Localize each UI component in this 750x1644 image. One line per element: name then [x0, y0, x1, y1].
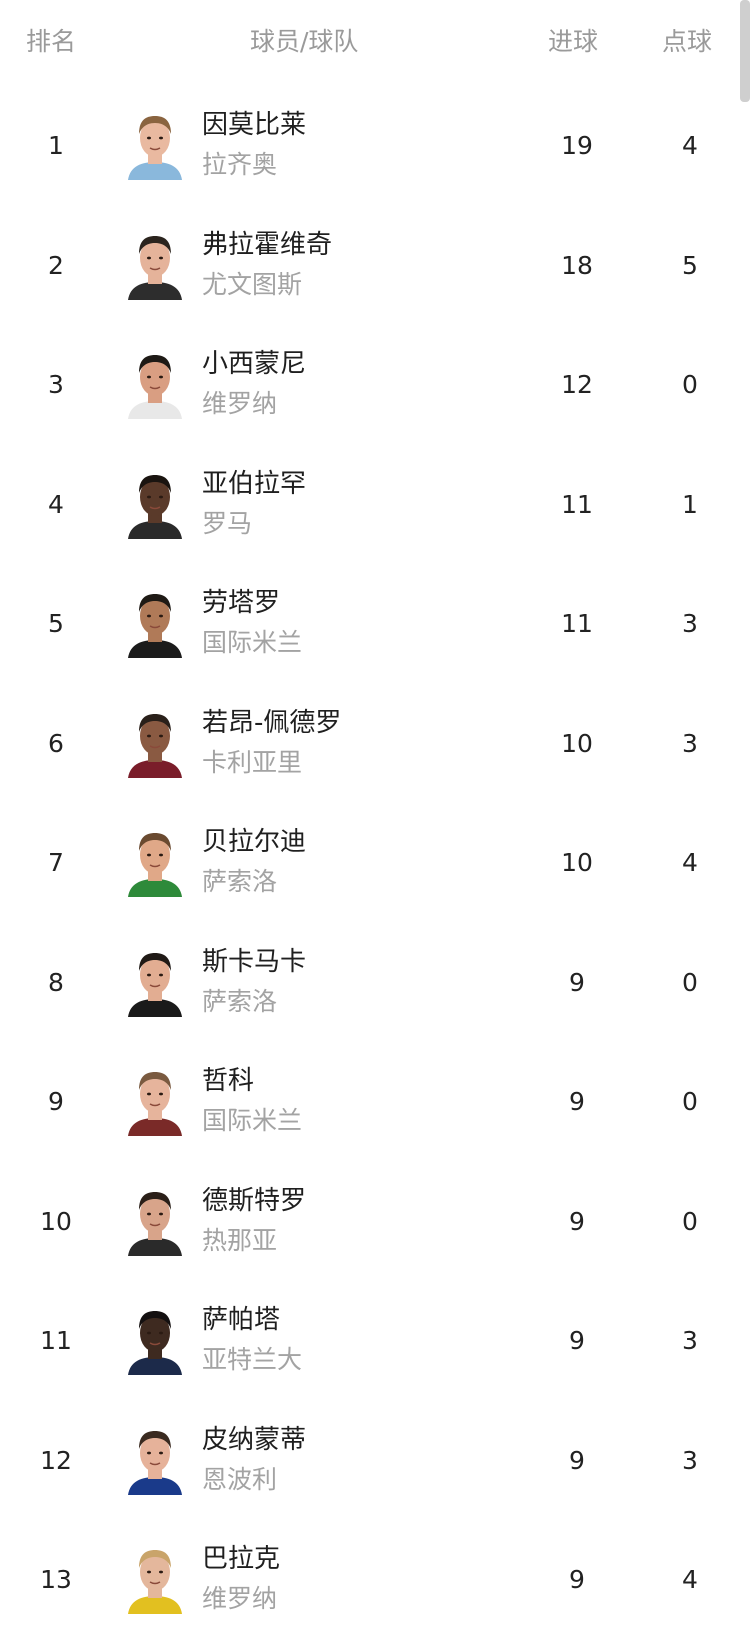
- team-name[interactable]: 维罗纳: [202, 385, 277, 423]
- rank-number: 9: [48, 1087, 64, 1116]
- player-avatar[interactable]: [124, 1305, 186, 1375]
- table-row[interactable]: 12 皮纳蒙蒂 恩波利 9 3: [0, 1405, 750, 1525]
- player-name[interactable]: 斯卡马卡: [202, 943, 306, 981]
- rank-number: 11: [40, 1326, 72, 1355]
- penalties-count: 3: [682, 609, 698, 638]
- team-name[interactable]: 维罗纳: [202, 1580, 277, 1618]
- rank-number: 5: [48, 609, 64, 638]
- rank-column-header[interactable]: 排名: [26, 22, 76, 62]
- rank-number: 6: [48, 728, 64, 758]
- goals-count: 9: [569, 967, 585, 997]
- player-name[interactable]: 劳塔罗: [202, 584, 280, 622]
- player-avatar[interactable]: [124, 946, 186, 1017]
- team-name[interactable]: 萨索洛: [202, 983, 277, 1021]
- player-name[interactable]: 亚伯拉罕: [202, 465, 306, 503]
- rank-number: 7: [48, 848, 64, 877]
- rank-number: 8: [48, 967, 64, 997]
- team-name[interactable]: 罗马: [202, 505, 252, 543]
- goals-count: 19: [561, 131, 593, 160]
- team-name[interactable]: 国际米兰: [202, 1102, 302, 1140]
- scrollbar-thumb[interactable]: [740, 0, 750, 102]
- player-name[interactable]: 德斯特罗: [202, 1182, 306, 1220]
- player-name[interactable]: 弗拉霍维奇: [202, 226, 332, 264]
- penalties-count: 0: [682, 370, 698, 399]
- table-header: 排名 球员/球队 进球 点球: [0, 0, 750, 84]
- player-team-column-header[interactable]: 球员/球队: [250, 22, 358, 62]
- goals-count: 9: [569, 1565, 585, 1594]
- table-row[interactable]: 13 巴拉克 维罗纳 9 4: [0, 1524, 750, 1644]
- table-row[interactable]: 8 斯卡马卡 萨索洛 9 0: [0, 927, 750, 1047]
- penalties-column-header[interactable]: 点球: [662, 22, 712, 62]
- team-name[interactable]: 卡利亚里: [202, 744, 302, 782]
- player-name[interactable]: 皮纳蒙蒂: [202, 1421, 306, 1459]
- goals-count: 9: [569, 1445, 585, 1475]
- player-name[interactable]: 小西蒙尼: [202, 345, 306, 383]
- penalties-count: 5: [682, 250, 698, 280]
- table-row[interactable]: 1 因莫比莱 拉齐奥 19 4: [0, 90, 750, 210]
- goals-count: 10: [561, 728, 593, 758]
- goals-count: 10: [561, 848, 593, 877]
- goals-count: 12: [561, 370, 593, 399]
- table-row[interactable]: 4 亚伯拉罕 罗马 11 1: [0, 449, 750, 569]
- table-row[interactable]: 6 若昂-佩德罗 卡利亚里 10 3: [0, 688, 750, 808]
- team-name[interactable]: 恩波利: [202, 1461, 277, 1499]
- penalties-count: 0: [682, 1206, 698, 1236]
- player-avatar[interactable]: [124, 707, 186, 778]
- player-avatar[interactable]: [124, 1066, 186, 1136]
- penalties-count: 0: [682, 967, 698, 997]
- table-row[interactable]: 5 劳塔罗 国际米兰 11 3: [0, 568, 750, 688]
- goals-count: 11: [561, 609, 593, 638]
- penalties-count: 3: [682, 1326, 698, 1355]
- table-row[interactable]: 11 萨帕塔 亚特兰大 9 3: [0, 1285, 750, 1405]
- team-name[interactable]: 国际米兰: [202, 624, 302, 662]
- player-name[interactable]: 若昂-佩德罗: [202, 704, 341, 742]
- penalties-count: 4: [682, 1565, 698, 1594]
- rank-number: 12: [40, 1445, 72, 1475]
- goals-count: 11: [561, 489, 593, 519]
- table-row[interactable]: 2 弗拉霍维奇 尤文图斯 18 5: [0, 210, 750, 330]
- goals-count: 18: [561, 250, 593, 280]
- scorer-list: 1 因莫比莱 拉齐奥 19 4 2 弗拉霍维奇 尤文图斯 18 5 3 小西蒙尼 维罗纳 12 0 4 亚伯拉罕…: [0, 90, 750, 1644]
- player-avatar[interactable]: [124, 827, 186, 897]
- player-avatar[interactable]: [124, 1544, 186, 1614]
- player-name[interactable]: 贝拉尔迪: [202, 823, 306, 861]
- team-name[interactable]: 亚特兰大: [202, 1341, 302, 1379]
- rank-number: 10: [40, 1206, 72, 1236]
- rank-number: 4: [48, 489, 64, 519]
- player-avatar[interactable]: [124, 1185, 186, 1256]
- team-name[interactable]: 热那亚: [202, 1222, 277, 1260]
- team-name[interactable]: 尤文图斯: [202, 266, 302, 304]
- goals-column-header[interactable]: 进球: [548, 22, 598, 62]
- goals-count: 9: [569, 1326, 585, 1355]
- rank-number: 3: [48, 370, 64, 399]
- rank-number: 13: [40, 1565, 72, 1594]
- rank-number: 2: [48, 250, 64, 280]
- penalties-count: 3: [682, 728, 698, 758]
- table-row[interactable]: 10 德斯特罗 热那亚 9 0: [0, 1166, 750, 1286]
- player-name[interactable]: 因莫比莱: [202, 106, 306, 144]
- player-name[interactable]: 哲科: [202, 1062, 254, 1100]
- player-avatar[interactable]: [124, 588, 186, 658]
- table-row[interactable]: 3 小西蒙尼 维罗纳 12 0: [0, 329, 750, 449]
- table-row[interactable]: 9 哲科 国际米兰 9 0: [0, 1046, 750, 1166]
- penalties-count: 1: [682, 489, 698, 519]
- player-avatar[interactable]: [124, 229, 186, 300]
- goals-count: 9: [569, 1206, 585, 1236]
- penalties-count: 0: [682, 1087, 698, 1116]
- rank-number: 1: [48, 131, 64, 160]
- team-name[interactable]: 萨索洛: [202, 863, 277, 901]
- penalties-count: 3: [682, 1445, 698, 1475]
- player-avatar[interactable]: [124, 468, 186, 539]
- player-avatar[interactable]: [124, 1424, 186, 1495]
- player-avatar[interactable]: [124, 349, 186, 419]
- penalties-count: 4: [682, 131, 698, 160]
- player-avatar[interactable]: [124, 110, 186, 180]
- team-name[interactable]: 拉齐奥: [202, 146, 277, 184]
- player-name[interactable]: 萨帕塔: [202, 1301, 280, 1339]
- table-row[interactable]: 7 贝拉尔迪 萨索洛 10 4: [0, 807, 750, 927]
- goals-count: 9: [569, 1087, 585, 1116]
- penalties-count: 4: [682, 848, 698, 877]
- player-name[interactable]: 巴拉克: [202, 1540, 280, 1578]
